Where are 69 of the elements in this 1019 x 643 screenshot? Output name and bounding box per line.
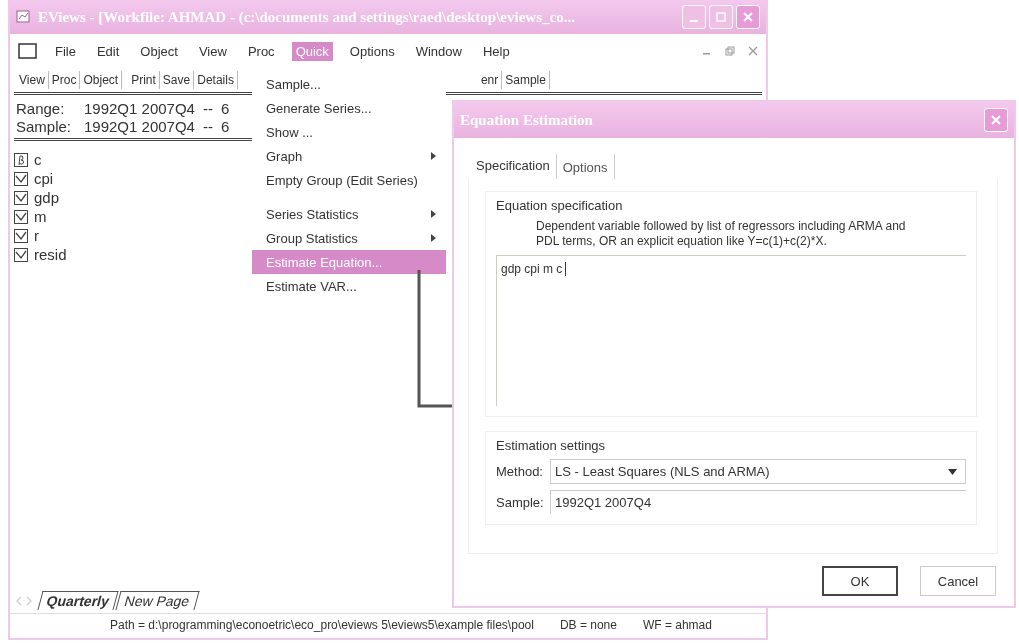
field-label: Sample: — [496, 494, 545, 510]
object-name[interactable]: cpi — [34, 170, 54, 187]
method-dropdown[interactable]: LS - Least Squares (NLS and ARMA) — [550, 459, 966, 484]
toolbar-button[interactable]: View — [16, 71, 49, 89]
menu-item[interactable]: Object — [136, 41, 182, 61]
object-name[interactable]: m — [34, 208, 47, 225]
close-icon[interactable] — [748, 46, 758, 56]
status-text: Path = d:\programming\econoetric\eco_pro\eviews 5\eviews5\example files\pool — [110, 618, 534, 634]
toolbar-button[interactable]: Details — [194, 71, 238, 89]
object-name[interactable]: r — [34, 227, 39, 244]
toolbar-button[interactable]: Object — [80, 71, 123, 89]
group-label: Equation specification — [496, 198, 624, 213]
menu-item[interactable]: Window — [411, 41, 466, 61]
menu-item[interactable]: File — [51, 41, 80, 61]
menu-item[interactable]: Show ... — [252, 120, 446, 144]
status-text: DB = none — [559, 618, 617, 634]
minimize-button[interactable] — [682, 5, 706, 29]
dialog-title: Equation Estimation — [460, 111, 593, 129]
dialog-button[interactable]: OK — [822, 566, 898, 596]
dropdown-icon — [948, 468, 957, 475]
sample-field[interactable]: 1992Q1 2007Q4 — [550, 490, 966, 514]
toolbar-button[interactable]: enr — [477, 71, 503, 89]
menu-item[interactable]: Generate Series... — [252, 96, 446, 120]
menu-item[interactable]: Empty Group (Edit Series) — [252, 168, 446, 192]
menu-item[interactable]: Help — [478, 41, 514, 61]
info-label: Sample: — [16, 118, 73, 136]
toolbar-button[interactable]: Print — [128, 71, 160, 89]
object-name[interactable]: resid — [34, 246, 67, 263]
document-icon[interactable] — [18, 43, 38, 59]
app-icon — [16, 9, 32, 25]
info-label: Range: — [16, 100, 66, 118]
close-icon — [990, 114, 1002, 126]
info-value: 1992Q1 2007Q4 — [84, 118, 195, 136]
menu-item[interactable]: View — [194, 41, 231, 61]
menu-item[interactable]: Edit — [92, 41, 124, 61]
menu-item[interactable]: Series Statistics — [252, 202, 446, 226]
menu-item[interactable]: Group Statistics — [252, 226, 446, 250]
close-icon — [742, 11, 754, 23]
close-button[interactable] — [736, 5, 760, 29]
group-label: Estimation settings — [496, 438, 607, 453]
info-separator: -- — [202, 118, 213, 136]
hint-text: Dependent variable followed by list of regressors including ARMA and PDL terms, OR an explicit equation like Y=c(1)+c(2)*X. — [536, 219, 906, 249]
maximize-button[interactable] — [709, 5, 733, 29]
menu-item[interactable]: Sample... — [252, 72, 446, 96]
menu-item[interactable]: Estimate VAR... — [252, 274, 446, 298]
restore-icon[interactable] — [725, 46, 735, 56]
menu-item[interactable]: Proc — [243, 41, 279, 61]
field-label: Method: — [496, 464, 544, 479]
page-tab[interactable]: Quarterly — [37, 591, 119, 610]
info-count: 6 — [220, 100, 230, 118]
object-name[interactable]: c — [34, 151, 42, 168]
dialog-button[interactable]: Cancel — [920, 566, 996, 596]
info-count: 6 — [220, 118, 230, 136]
close-button[interactable] — [984, 108, 1008, 132]
status-text: WF = ahmad — [642, 618, 712, 634]
info-value: 1992Q1 2007Q4 — [84, 100, 195, 118]
window-title: EViews - [Workfile: AHMAD - (c:\documents and settings\raed\desktop\eviews_co... — [38, 8, 576, 26]
toolbar-button[interactable]: Save — [159, 71, 195, 89]
menu-item[interactable]: Options — [345, 41, 399, 61]
toolbar-button[interactable]: Proc — [48, 71, 81, 89]
toolbar-button[interactable]: Sample — [502, 71, 550, 89]
object-name[interactable]: gdp — [34, 189, 60, 206]
menu-item[interactable]: Graph — [252, 144, 446, 168]
equation-field[interactable]: gdp cpi m c — [496, 255, 966, 406]
minimize-icon — [690, 20, 698, 22]
maximize-icon — [716, 12, 726, 22]
scroll-arrows-icon[interactable] — [16, 596, 32, 606]
tab[interactable]: Options — [556, 154, 615, 179]
info-separator: -- — [202, 100, 213, 118]
